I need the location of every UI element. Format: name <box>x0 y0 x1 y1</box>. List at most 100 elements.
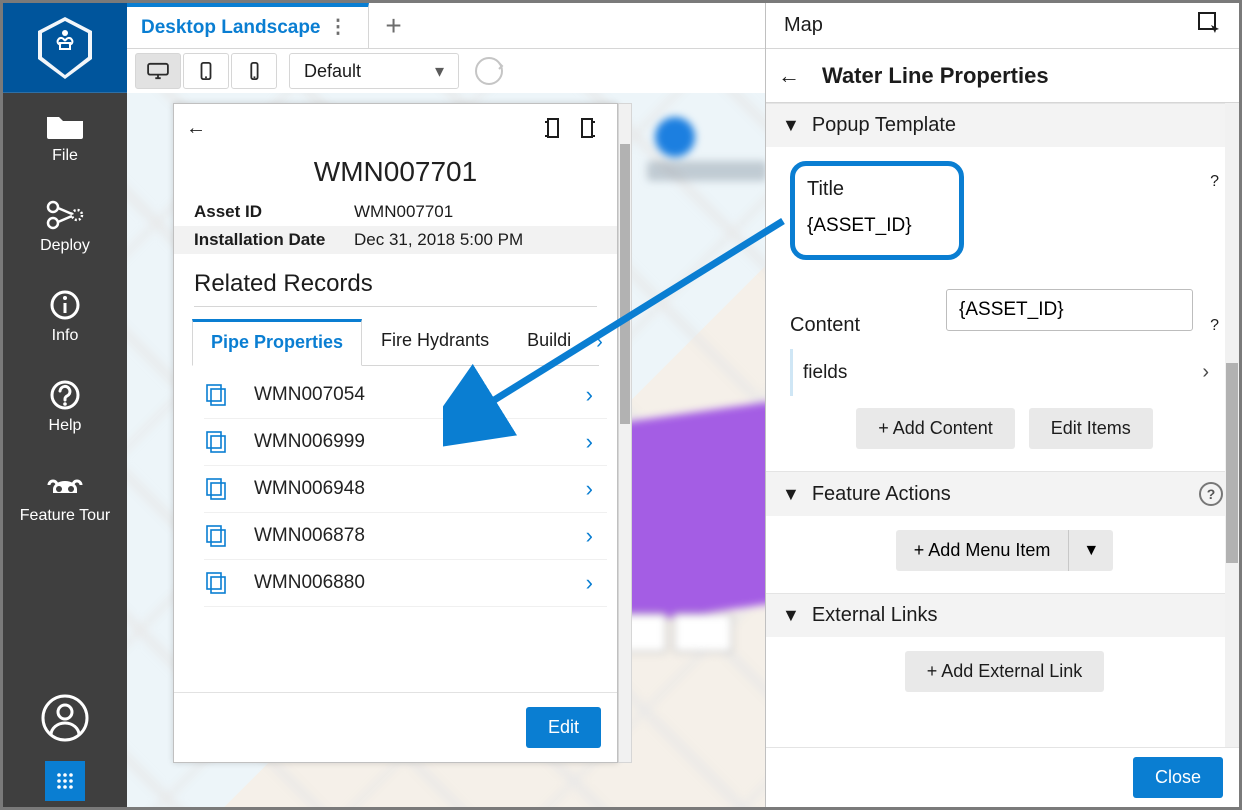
dock-right-button[interactable] <box>579 115 605 141</box>
section-title: Popup Template <box>812 114 956 137</box>
chevron-right-icon: › <box>586 570 607 596</box>
sidebar-item-file[interactable]: File <box>3 93 127 183</box>
rotate-button[interactable] <box>471 53 507 89</box>
content-label: Content <box>790 314 860 337</box>
related-tab-more[interactable]: Buildi <box>508 319 590 365</box>
chevron-right-icon: › <box>586 382 607 408</box>
monitor-icon <box>146 62 170 80</box>
related-tab-pipe-properties[interactable]: Pipe Properties <box>192 319 362 366</box>
tab-label: Desktop Landscape <box>141 17 321 39</box>
chevron-down-icon: ▼ <box>782 605 800 626</box>
close-button[interactable]: Close <box>1133 757 1223 798</box>
popup-field-row: Asset ID WMN007701 <box>174 198 617 226</box>
help-feature-actions-button[interactable]: ? <box>1199 482 1223 506</box>
sidebar-label: Deploy <box>40 237 90 255</box>
phone-icon <box>242 62 266 80</box>
app-sidebar: File Deploy Info Help Feature Tour <box>3 3 127 807</box>
record-label: WMN006948 <box>254 478 562 500</box>
device-desktop-button[interactable] <box>135 53 181 89</box>
content-fields-row[interactable]: fields › <box>790 349 1219 396</box>
edit-button[interactable]: Edit <box>526 707 601 748</box>
sheets-icon <box>204 476 230 502</box>
info-icon <box>43 287 87 323</box>
add-menu-item-button[interactable]: + Add Menu Item <box>896 530 1070 571</box>
sidebar-item-help[interactable]: Help <box>3 363 127 453</box>
field-label: Asset ID <box>194 202 354 222</box>
popup-scrollbar[interactable] <box>618 103 632 763</box>
related-record-row[interactable]: WMN007054 › <box>204 372 607 419</box>
chevron-down-icon: ▼ <box>782 484 800 505</box>
field-value: Dec 31, 2018 5:00 PM <box>354 230 523 250</box>
user-avatar[interactable] <box>3 675 127 761</box>
section-popup-template-header[interactable]: ▼ Popup Template <box>766 104 1239 147</box>
chevron-right-icon: › <box>586 476 607 502</box>
popup-title: WMN007701 <box>174 156 617 188</box>
tab-desktop-landscape[interactable]: Desktop Landscape ⋮ <box>127 3 369 48</box>
device-toolbar: Default ▾ <box>127 49 507 93</box>
section-feature-actions-header[interactable]: ▼ Feature Actions ? <box>766 472 1239 516</box>
panel-scrollbar[interactable] <box>1225 103 1239 747</box>
related-tab-fire-hydrants[interactable]: Fire Hydrants <box>362 319 508 365</box>
related-record-row[interactable]: WMN006948 › <box>204 466 607 513</box>
panel-subtitle: Water Line Properties <box>822 63 1049 89</box>
edit-items-button[interactable]: Edit Items <box>1029 408 1153 449</box>
chevron-right-icon: › <box>586 429 607 455</box>
add-external-link-button[interactable]: + Add External Link <box>905 651 1105 692</box>
chevron-down-icon: ▼ <box>782 115 800 136</box>
layout-dropdown[interactable]: Default ▾ <box>289 53 459 89</box>
popup-field-row: Installation Date Dec 31, 2018 5:00 PM <box>174 226 617 254</box>
popup-back-button[interactable]: ← <box>186 117 206 140</box>
tabs-scroll-right[interactable]: › <box>590 331 609 354</box>
chevron-right-icon: › <box>1202 361 1209 384</box>
related-record-row[interactable]: WMN006878 › <box>204 513 607 560</box>
record-label: WMN007054 <box>254 384 562 406</box>
dock-right-icon <box>580 117 604 139</box>
title-input[interactable] <box>807 211 947 241</box>
tab-menu-icon[interactable]: ⋮ <box>323 16 354 39</box>
record-label: WMN006880 <box>254 572 562 594</box>
feature-popup: ← WMN007701 Asset ID WMN007701 Installat… <box>173 103 618 763</box>
help-icon <box>43 377 87 413</box>
help-title-button[interactable]: ? <box>1210 173 1219 191</box>
title-field-label: Title <box>807 178 947 201</box>
sheets-icon <box>204 382 230 408</box>
related-records-list: WMN007054 › WMN006999 › WMN006948 › WMN0… <box>174 366 617 607</box>
sidebar-label: Info <box>52 327 79 345</box>
fields-label: fields <box>803 362 847 384</box>
panel-header-label: Map <box>784 14 823 37</box>
sidebar-label: Help <box>49 417 82 435</box>
app-grid-button[interactable] <box>45 761 85 801</box>
dock-left-icon <box>536 117 560 139</box>
tour-icon <box>43 467 87 503</box>
record-label: WMN006878 <box>254 525 562 547</box>
select-element-button[interactable] <box>1197 11 1221 40</box>
select-icon <box>1197 11 1221 35</box>
help-content-button[interactable]: ? <box>1210 317 1219 335</box>
device-tablet-button[interactable] <box>183 53 229 89</box>
brand-logo <box>3 3 127 93</box>
sheets-icon <box>204 523 230 549</box>
section-title: External Links <box>812 604 938 627</box>
field-label: Installation Date <box>194 230 354 250</box>
add-menu-item-caret[interactable]: ▼ <box>1069 530 1113 571</box>
dock-left-button[interactable] <box>535 115 561 141</box>
sidebar-item-feature-tour[interactable]: Feature Tour <box>3 453 127 543</box>
panel-back-button[interactable]: ← <box>778 63 810 89</box>
field-value: WMN007701 <box>354 202 453 222</box>
folder-icon <box>43 107 87 143</box>
title-input-full[interactable] <box>946 289 1193 331</box>
related-record-row[interactable]: WMN006999 › <box>204 419 607 466</box>
device-phone-button[interactable] <box>231 53 277 89</box>
sidebar-item-info[interactable]: Info <box>3 273 127 363</box>
new-tab-button[interactable]: + <box>369 3 419 48</box>
sidebar-item-deploy[interactable]: Deploy <box>3 183 127 273</box>
properties-panel: Map ← Water Line Properties ▼ Popup Temp… <box>765 3 1239 807</box>
grid-icon <box>55 771 75 791</box>
caret-down-icon: ▾ <box>435 61 444 82</box>
dropdown-value: Default <box>304 61 361 82</box>
add-content-button[interactable]: + Add Content <box>856 408 1015 449</box>
related-tabs: Pipe Properties Fire Hydrants Buildi › <box>192 319 599 366</box>
related-record-row[interactable]: WMN006880 › <box>204 560 607 607</box>
section-external-links-header[interactable]: ▼ External Links <box>766 594 1239 637</box>
record-label: WMN006999 <box>254 431 562 453</box>
